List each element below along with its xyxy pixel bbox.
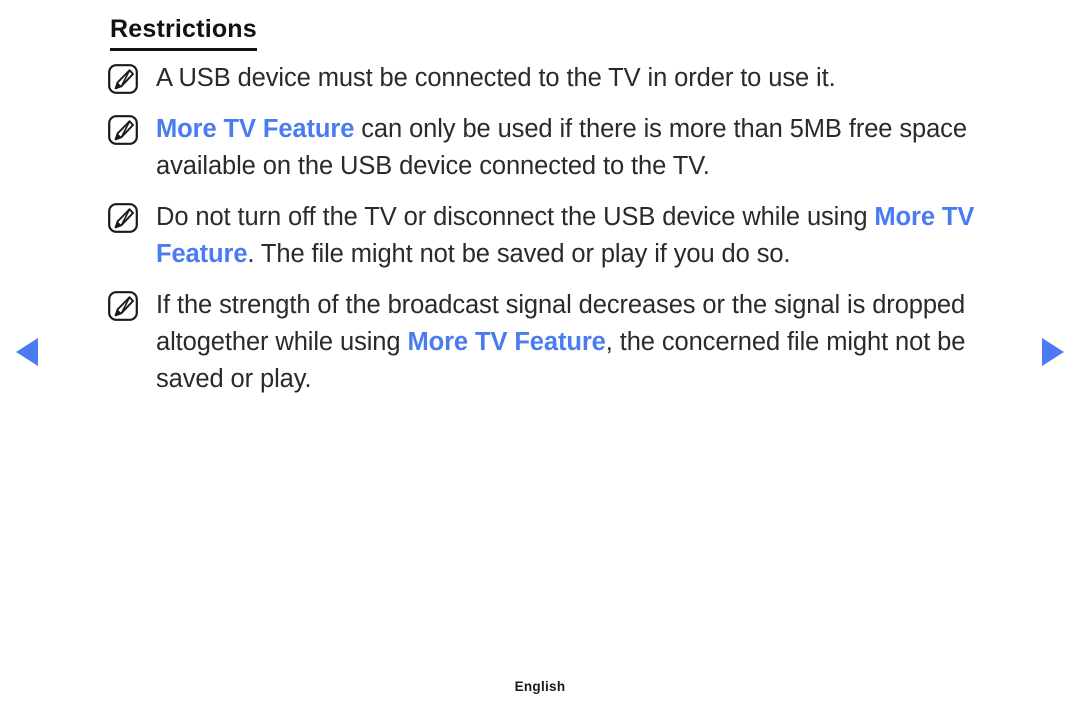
feature-name-highlight: More TV Feature bbox=[156, 115, 355, 143]
note-pen-icon bbox=[108, 64, 138, 94]
page-root: Restrictions A USB device must be connec… bbox=[0, 0, 1080, 705]
page-title: Restrictions bbox=[110, 14, 257, 51]
note-item: If the strength of the broadcast signal … bbox=[104, 287, 1004, 398]
restrictions-note-list: A USB device must be connected to the TV… bbox=[104, 60, 1004, 398]
page-title-wrapper: Restrictions bbox=[110, 14, 257, 51]
feature-name-highlight: More TV Feature bbox=[407, 328, 606, 356]
note-text-segment: A USB device must be connected to the TV… bbox=[156, 64, 836, 92]
note-text: A USB device must be connected to the TV… bbox=[156, 64, 836, 92]
language-footer: English bbox=[514, 679, 566, 694]
note-item: Do not turn off the TV or disconnect the… bbox=[104, 199, 1004, 273]
next-page-button[interactable] bbox=[1042, 338, 1064, 366]
note-text: If the strength of the broadcast signal … bbox=[156, 291, 965, 393]
note-item: A USB device must be connected to the TV… bbox=[104, 60, 1004, 97]
note-pen-icon bbox=[108, 291, 138, 321]
note-pen-icon bbox=[108, 115, 138, 145]
note-item: More TV Feature can only be used if ther… bbox=[104, 111, 1004, 185]
note-text-segment: . The file might not be saved or play if… bbox=[247, 240, 791, 268]
previous-page-button[interactable] bbox=[16, 338, 38, 366]
note-pen-icon bbox=[108, 203, 138, 233]
note-text: More TV Feature can only be used if ther… bbox=[156, 115, 967, 180]
note-text-segment: Do not turn off the TV or disconnect the… bbox=[156, 203, 875, 231]
note-text: Do not turn off the TV or disconnect the… bbox=[156, 203, 974, 268]
